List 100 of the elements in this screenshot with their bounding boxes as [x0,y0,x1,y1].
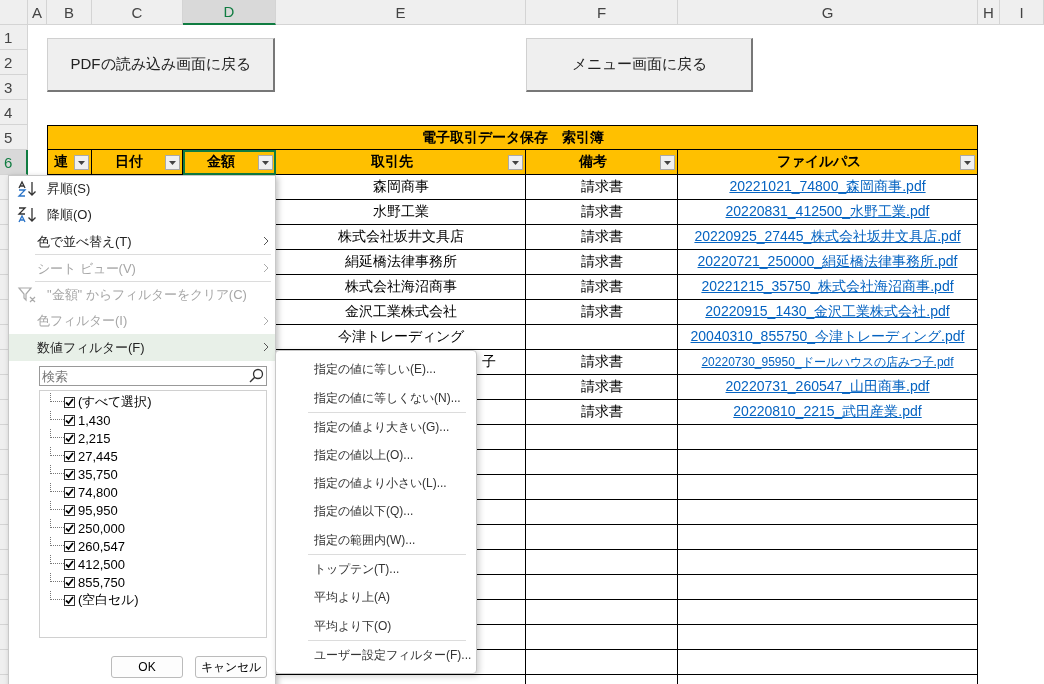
checkbox[interactable] [64,396,75,408]
file-link[interactable]: 20220721_250000_絹延橋法律事務所.pdf [697,253,958,271]
value-label: 2,215 [78,430,111,446]
value-label: 95,950 [78,502,118,518]
table-cell: 請求書 [526,250,678,275]
caret-down-icon [169,160,176,165]
column-header[interactable]: H [978,0,1000,25]
value-label: (空白セル) [78,591,139,609]
table-cell: 金沢工業株式会社 [276,300,526,325]
header-label: 金額 [206,153,235,171]
column-header[interactable]: I [1000,0,1044,25]
table-cell: 請求書 [526,175,678,200]
menu-item[interactable]: 指定の値以上(O)... [276,441,476,469]
value-label: 1,430 [78,412,111,428]
file-link[interactable]: 20220915_1430_金沢工業株式会社.pdf [705,303,950,321]
column-header[interactable]: F [526,0,678,25]
table-cell: 請求書 [526,275,678,300]
sort-ascending-icon [17,180,39,198]
row-number: 5 [0,125,28,150]
checkbox[interactable] [64,504,75,516]
column-header[interactable]: C [92,0,183,25]
checkbox[interactable] [64,486,75,498]
table-cell: 株式会社海沼商事 [276,275,526,300]
column-header[interactable]: E [276,0,526,25]
search-icon [248,368,264,384]
checkbox[interactable] [64,432,75,444]
menu-item[interactable]: ユーザー設定フィルター(F)... [276,641,476,669]
chevron-right-icon [263,236,269,246]
menu-item[interactable]: 昇順(S) [9,176,275,202]
filter-dropdown-button[interactable] [74,155,89,170]
value-label: 855,750 [78,574,125,590]
filter-dropdown-button[interactable] [165,155,180,170]
file-link[interactable]: 20220831_412500_水野工業.pdf [725,203,930,221]
menu-item[interactable]: 指定の値より小さい(L)... [276,469,476,497]
menu-item[interactable]: トップテン(T)... [276,555,476,583]
checkbox[interactable] [64,522,75,534]
file-link[interactable]: 20220810_2215_武田産業.pdf [733,403,922,421]
search-field[interactable]: 検索 [39,366,267,386]
menu-item[interactable]: 平均より上(A) [276,583,476,611]
navigation-button[interactable]: PDFの読み込み画面に戻る [47,38,275,92]
caret-down-icon [512,160,519,165]
cancel-button[interactable]: キャンセル [195,656,267,678]
checkbox[interactable] [64,594,75,606]
chevron-right-icon [263,263,269,273]
table-cell: 絹延橋法律事務所 [276,250,526,275]
menu-item[interactable]: 数値フィルター(F) [9,334,275,361]
header-label: 取引先 [371,153,413,171]
file-link[interactable]: 20221215_35750_株式会社海沼商事.pdf [701,278,954,296]
table-cell: 請求書 [526,200,678,225]
file-link[interactable]: 20220925_27445_株式会社坂井文具店.pdf [694,228,961,246]
table-cell: 請求書 [526,300,678,325]
table-cell: 請求書 [526,375,678,400]
table-cell: 請求書 [526,400,678,425]
menu-item[interactable]: 降順(O) [9,202,275,228]
column-header[interactable]: G [678,0,978,25]
value-label: 27,445 [78,448,118,464]
caret-down-icon [262,160,269,165]
file-link[interactable]: 20220730_95950_ドールハウスの店みつ子.pdf [701,353,954,371]
filter-dropdown-button[interactable] [258,155,273,170]
ok-button[interactable]: OK [111,656,183,678]
caret-down-icon [78,160,85,165]
value-label: 260,547 [78,538,125,554]
value-label: 412,500 [78,556,125,572]
row-number: 6 [0,150,28,175]
checkbox[interactable] [64,540,75,552]
checkbox[interactable] [64,414,75,426]
filter-dropdown-button[interactable] [660,155,675,170]
checkbox[interactable] [64,450,75,462]
header-label: 備考 [579,153,607,171]
filter-dropdown-button[interactable] [508,155,523,170]
table-cell: 水野工業 [276,200,526,225]
filter-dropdown-button[interactable] [960,155,975,170]
file-link[interactable]: 20221021_74800_森岡商事.pdf [729,178,926,196]
navigation-button[interactable]: メニュー画面に戻る [526,38,753,92]
file-link[interactable]: 20220731_260547_山田商事.pdf [725,378,930,396]
chevron-right-icon [263,316,269,326]
caret-down-icon [664,160,671,165]
table-cell: 森岡商事 [276,175,526,200]
checkbox[interactable] [64,468,75,480]
menu-item[interactable]: 指定の値より大きい(G)... [276,413,476,441]
column-header[interactable]: D [183,0,276,25]
sort-descending-icon [17,206,39,224]
value-label: 74,800 [78,484,118,500]
table-cell: 株式会社坂井文具店 [276,225,526,250]
table-title: 電子取引データ保存 索引簿 [47,125,978,150]
value-label: 250,000 [78,520,125,536]
row-number: 4 [0,100,28,125]
checkbox[interactable] [64,576,75,588]
caret-down-icon [964,160,971,165]
column-header[interactable]: B [47,0,92,25]
menu-item[interactable]: 指定の値以下(Q)... [276,497,476,525]
value-label: (すべて選択) [78,393,152,411]
column-header[interactable]: A [28,0,47,25]
table-cell: 請求書 [526,225,678,250]
header-label: ファイルパス [777,153,861,171]
value-label: 35,750 [78,466,118,482]
row-number: 2 [0,50,28,75]
header-label: 連 [54,153,68,171]
file-link[interactable]: 20040310_855750_今津トレーディング.pdf [690,328,965,346]
checkbox[interactable] [64,558,75,570]
